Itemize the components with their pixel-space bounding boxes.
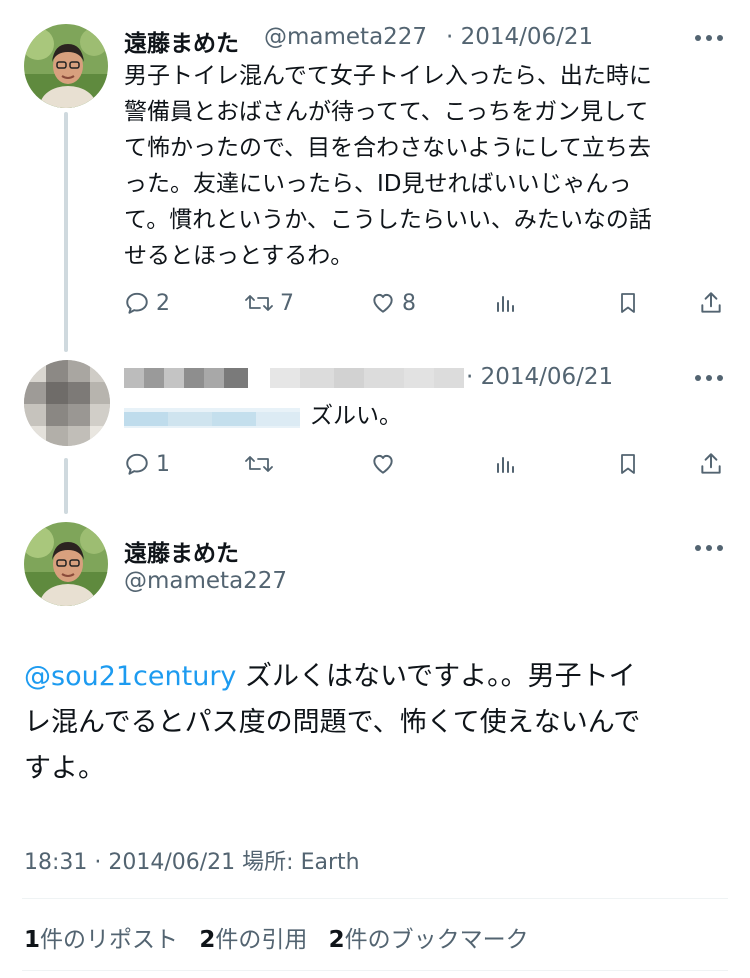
tweet-body: 男子トイレ混んでて女子トイレ入ったら、出た時に 警備員とおばさんが待ってて、こっ…	[124, 58, 734, 274]
reply-text: ズルい。	[310, 403, 402, 429]
retweet-count: 7	[280, 290, 294, 316]
thread-line	[64, 458, 68, 514]
reply-icon	[126, 453, 148, 475]
views-button[interactable]	[494, 449, 518, 479]
author-name[interactable]: 遠藤まめた	[124, 24, 239, 58]
quotes-label: 件の引用	[215, 927, 308, 953]
tweet-line: った。友達にいったら、ID見せればいいじゃんっ	[124, 171, 632, 197]
more-options-icon[interactable]	[692, 32, 726, 44]
tweet-date[interactable]: · 2014/06/21	[466, 364, 613, 390]
tweet-line: て。慣れというか、こうしたらいい、みたいなの話	[124, 207, 652, 233]
share-button[interactable]	[698, 288, 724, 318]
mention-link[interactable]: @sou21century	[24, 661, 236, 692]
bookmark-button[interactable]	[616, 449, 640, 479]
main-tweet-line: レ混んでるとパス度の問題で、怖くて使えないんで	[24, 707, 641, 738]
tweet-line: せるとほっとするわ。	[124, 243, 354, 269]
heart-icon	[373, 293, 393, 313]
tweet-line: 男子トイレ混んでて女子トイレ入ったら、出た時に	[124, 63, 652, 89]
share-icon	[701, 453, 721, 474]
avatar[interactable]	[24, 24, 108, 108]
analytics-icon	[497, 296, 514, 312]
reply-count: 2	[156, 290, 170, 316]
author-handle[interactable]: @mameta227	[264, 24, 427, 50]
engagement-stats: 1件のリポスト 2件の引用 2件のブックマーク	[24, 920, 529, 954]
avatar[interactable]	[24, 522, 108, 606]
thread-line	[64, 112, 68, 352]
bookmark-button[interactable]	[616, 288, 640, 318]
like-count: 8	[402, 290, 416, 316]
tweet-line: て怖かったので、目を合わさないようにして立ち去	[124, 135, 651, 161]
reposts-label: 件のリポスト	[40, 927, 179, 953]
retweet-icon	[245, 295, 273, 311]
reposts-count: 1	[24, 927, 41, 953]
tweet-date[interactable]: · 2014/06/21	[446, 24, 593, 50]
retweet-icon	[245, 456, 273, 472]
reply-icon	[126, 292, 148, 314]
author-name[interactable]: 遠藤まめた	[124, 534, 239, 568]
like-button[interactable]	[370, 449, 396, 479]
reply-count: 1	[156, 451, 170, 477]
tweet-meta[interactable]: 18:31 · 2014/06/21 場所: Earth	[24, 844, 360, 876]
like-button[interactable]: 8	[370, 288, 416, 318]
main-tweet-line: すよ。	[24, 753, 105, 784]
bookmarks-stat[interactable]: 2件のブックマーク	[329, 927, 529, 953]
heart-icon	[373, 454, 393, 474]
avatar-blurred[interactable]	[24, 360, 110, 446]
share-icon	[701, 292, 721, 313]
main-tweet-body: @sou21century ズルくはないですよ。。男子トイ レ混んでるとパス度の…	[24, 654, 730, 792]
bookmarks-label: 件のブックマーク	[344, 927, 529, 953]
quotes-stat[interactable]: 2件の引用	[199, 927, 307, 953]
bookmark-icon	[621, 454, 635, 474]
blurred-mention[interactable]	[124, 402, 300, 432]
reply-button[interactable]: 1	[124, 449, 170, 479]
quotes-count: 2	[199, 927, 216, 953]
share-button[interactable]	[698, 449, 724, 479]
bookmark-icon	[621, 293, 635, 313]
main-tweet-line: @sou21century ズルくはないですよ。。男子トイ	[24, 654, 730, 700]
blurred-name[interactable]	[124, 364, 464, 392]
retweet-button[interactable]: 7	[244, 288, 294, 318]
tweet-line: 警備員とおばさんが待ってて、こっちをガン見して	[124, 99, 649, 125]
divider	[22, 898, 728, 899]
views-button[interactable]	[494, 288, 518, 318]
author-handle[interactable]: @mameta227	[124, 568, 287, 594]
divider	[22, 970, 728, 971]
retweet-button[interactable]	[244, 449, 274, 479]
main-tweet-text: ズルくはないですよ。。男子トイ	[236, 661, 636, 692]
more-options-icon[interactable]	[692, 542, 726, 554]
reposts-stat[interactable]: 1件のリポスト	[24, 927, 178, 953]
more-options-icon[interactable]	[692, 372, 726, 384]
reply-button[interactable]: 2	[124, 288, 170, 318]
analytics-icon	[497, 457, 514, 473]
bookmarks-count: 2	[328, 927, 345, 953]
